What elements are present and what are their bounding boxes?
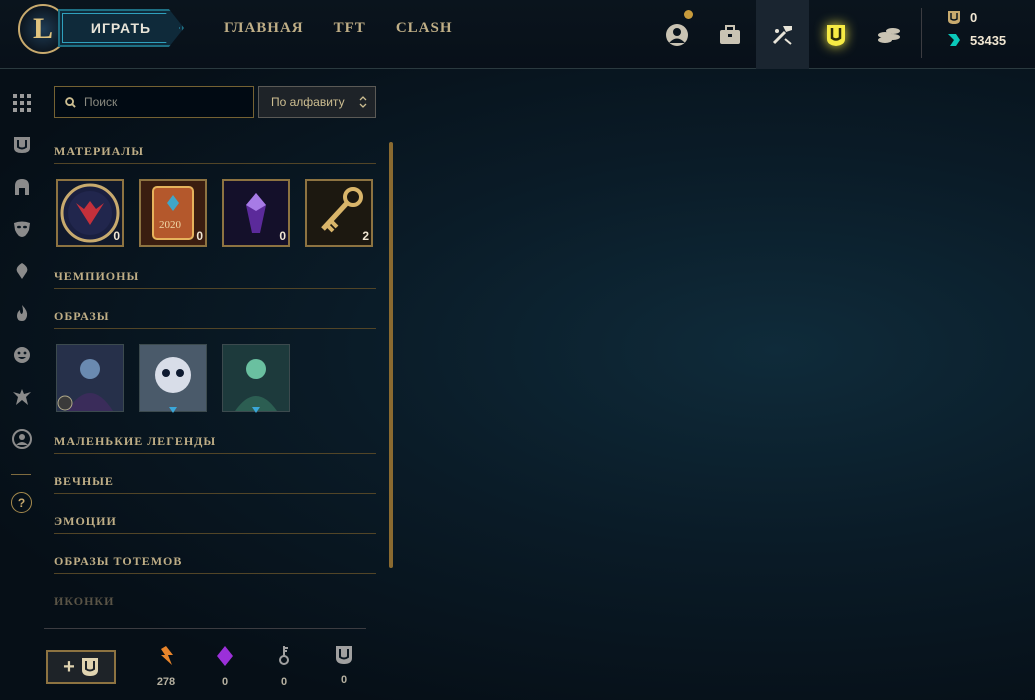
- category-all[interactable]: [11, 92, 33, 114]
- notification-dot: [684, 10, 693, 19]
- sidebar-divider: [11, 474, 31, 475]
- sort-arrows-icon: [359, 96, 367, 108]
- category-eternals[interactable]: [11, 302, 33, 324]
- category-totems[interactable]: [11, 386, 33, 408]
- gem-icon: [217, 646, 233, 666]
- grid-icon: [13, 94, 31, 112]
- category-skins[interactable]: [11, 218, 33, 240]
- blue-essence-display[interactable]: 0: [946, 9, 977, 25]
- material-gem[interactable]: 0: [222, 179, 290, 247]
- add-chest-button[interactable]: +: [46, 650, 116, 684]
- category-chests[interactable]: [11, 134, 33, 156]
- mask-icon: [14, 221, 30, 237]
- help-button[interactable]: ?: [11, 492, 32, 513]
- orange-essence-icon: [161, 646, 173, 665]
- main-nav: ГЛАВНАЯ TFT CLASH: [224, 20, 453, 37]
- key-counter: 0: [264, 645, 304, 688]
- top-icons: [650, 0, 915, 69]
- category-emotes[interactable]: [11, 344, 33, 366]
- riot-points-display[interactable]: 53435: [946, 32, 1006, 48]
- key-icon: [279, 646, 289, 665]
- nav-clash[interactable]: CLASH: [396, 20, 453, 37]
- profile-icon: [12, 429, 32, 449]
- category-icons[interactable]: [11, 428, 33, 450]
- section-eternals[interactable]: ВЕЧНЫЕ: [54, 470, 376, 494]
- chest-icon: [336, 646, 352, 664]
- loot-panel: По алфавиту МАТЕРИАЛЫ 0 2020 0 0: [44, 70, 394, 700]
- skin-portrait-icon: [140, 345, 206, 413]
- search-box[interactable]: [54, 86, 254, 118]
- play-button-label: ИГРАТЬ: [90, 20, 152, 36]
- nav-home[interactable]: ГЛАВНАЯ: [224, 20, 304, 37]
- riot-points-icon: [948, 34, 960, 46]
- profile-button[interactable]: [650, 0, 703, 69]
- skin-item[interactable]: [56, 344, 124, 412]
- panel-scrollbar[interactable]: [389, 142, 393, 568]
- material-key-fragment[interactable]: 2: [305, 179, 373, 247]
- material-orb[interactable]: 0: [56, 179, 124, 247]
- category-wards[interactable]: [11, 260, 33, 282]
- chest-icon: [81, 658, 98, 676]
- store-button[interactable]: [862, 0, 915, 69]
- bottom-divider: [44, 628, 366, 629]
- gem-counter: 0: [205, 645, 245, 688]
- top-bar: L ИГРАТЬ ГЛАВНАЯ TFT CLASH 0 53435: [0, 0, 1035, 69]
- material-capsule-2020[interactable]: 2020 0: [139, 179, 207, 247]
- sort-label: По алфавиту: [271, 95, 345, 109]
- header-divider: [921, 8, 922, 58]
- search-icon: [65, 96, 76, 108]
- play-button[interactable]: ИГРАТЬ: [58, 9, 184, 47]
- flame-icon: [17, 305, 28, 321]
- skin-portrait-icon: [223, 345, 289, 413]
- chest-counter: 0: [324, 645, 364, 686]
- chest-icon: [826, 24, 845, 46]
- nav-tft[interactable]: TFT: [334, 20, 366, 37]
- ward-icon: [16, 263, 28, 279]
- shield-icon: [14, 137, 30, 153]
- section-champions[interactable]: ЧЕМПИОНЫ: [54, 265, 376, 289]
- section-emotes[interactable]: ЭМОЦИИ: [54, 510, 376, 534]
- briefcase-icon: [719, 24, 740, 44]
- section-icons[interactable]: ИКОНКИ: [54, 590, 376, 614]
- collection-button[interactable]: [703, 0, 756, 69]
- helmet-icon: [15, 179, 29, 195]
- skin-item[interactable]: [139, 344, 207, 413]
- crafting-button[interactable]: [756, 0, 809, 69]
- section-materials[interactable]: МАТЕРИАЛЫ: [54, 140, 376, 164]
- category-champions[interactable]: [11, 176, 33, 198]
- crafting-hammer-icon: [772, 25, 792, 45]
- section-little-legends[interactable]: МАЛЕНЬКИЕ ЛЕГЕНДЫ: [54, 430, 376, 454]
- loot-button[interactable]: [809, 0, 862, 69]
- emote-icon: [14, 347, 30, 363]
- search-input[interactable]: [84, 95, 244, 109]
- profile-icon: [665, 23, 688, 46]
- section-totem-skins[interactable]: ОБРАЗЫ ТОТЕМОВ: [54, 550, 376, 574]
- skin-portrait-icon: [57, 345, 123, 411]
- sort-dropdown[interactable]: По алфавиту: [258, 86, 376, 118]
- category-sidebar: ?: [0, 70, 44, 700]
- coins-icon: [877, 27, 900, 43]
- chest-currency-icon: [948, 11, 960, 24]
- totem-icon: [13, 389, 31, 405]
- orange-essence-counter: 278: [146, 645, 186, 688]
- skin-item[interactable]: [222, 344, 290, 413]
- section-skins[interactable]: ОБРАЗЫ: [54, 305, 376, 329]
